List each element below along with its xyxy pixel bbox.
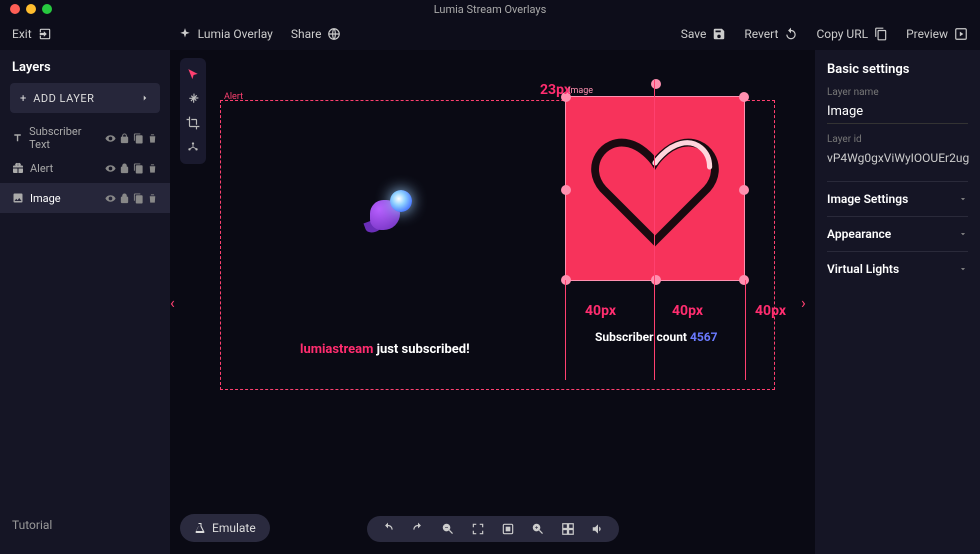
preview-button[interactable]: Preview	[906, 27, 968, 41]
subscriber-text[interactable]: lumiastream just subscribed!	[300, 342, 470, 357]
save-button[interactable]: Save	[681, 27, 727, 41]
next-scene-button[interactable]: ›	[801, 290, 815, 314]
snap-tool[interactable]	[186, 140, 200, 154]
window-title: Lumia Stream Overlays	[434, 3, 547, 16]
alignment-guide	[745, 280, 746, 380]
undo-icon	[784, 27, 798, 41]
exit-button[interactable]: Exit	[12, 27, 52, 41]
play-square-icon	[954, 27, 968, 41]
section-appearance[interactable]: Appearance	[827, 216, 968, 251]
resize-handle-n[interactable]	[651, 79, 661, 89]
resize-handle-ne[interactable]	[739, 92, 749, 102]
section-image-settings[interactable]: Image Settings	[827, 181, 968, 216]
sparkle-icon	[178, 27, 192, 41]
delete-icon[interactable]	[147, 193, 158, 204]
chevron-down-icon	[958, 264, 968, 274]
volume-icon[interactable]	[591, 522, 605, 536]
selection-box[interactable]	[565, 96, 745, 281]
crop-tool[interactable]	[186, 116, 200, 130]
resize-handle-sw[interactable]	[561, 275, 571, 285]
duplicate-icon[interactable]	[133, 163, 144, 174]
delete-icon[interactable]	[147, 133, 158, 144]
copy-icon	[874, 27, 888, 41]
fill-icon[interactable]	[501, 522, 515, 536]
gift-icon	[12, 162, 24, 174]
fit-icon[interactable]	[471, 522, 485, 536]
alert-graphic[interactable]	[365, 190, 415, 240]
overlay-name-dropdown[interactable]: Lumia Overlay	[178, 27, 273, 41]
title-bar: Lumia Stream Overlays	[0, 0, 980, 18]
top-toolbar: Exit Lumia Overlay Share Save Revert Cop…	[0, 18, 980, 50]
alignment-guide	[565, 280, 566, 380]
delete-icon[interactable]	[147, 163, 158, 174]
tutorial-link[interactable]: Tutorial	[0, 506, 170, 544]
chevron-down-icon	[958, 229, 968, 239]
lock-icon[interactable]	[119, 163, 130, 174]
chevron-down-icon	[958, 194, 968, 204]
maximize-window-button[interactable]	[42, 4, 52, 14]
dimension-label-top: 23px	[540, 82, 571, 98]
prev-scene-button[interactable]: ‹	[170, 290, 184, 314]
layer-id-label: Layer id	[827, 134, 968, 145]
revert-button[interactable]: Revert	[744, 27, 798, 41]
resize-handle-s[interactable]	[651, 275, 661, 285]
properties-title: Basic settings	[827, 62, 968, 77]
layer-name-label: Layer name	[827, 87, 968, 98]
move-tool[interactable]	[186, 92, 200, 106]
image-layer-label: Image	[568, 86, 593, 96]
subscriber-count-text[interactable]: Subscriber count 4567	[595, 330, 718, 344]
layer-item-subscriber-text[interactable]: Subscriber Text	[0, 123, 170, 153]
redo-icon[interactable]	[411, 522, 425, 536]
image-icon	[12, 192, 24, 204]
exit-icon	[38, 27, 52, 41]
layers-title: Layers	[0, 60, 170, 83]
minimize-window-button[interactable]	[26, 4, 36, 14]
emulate-button[interactable]: Emulate	[180, 514, 270, 542]
lock-icon[interactable]	[119, 193, 130, 204]
duplicate-icon[interactable]	[133, 193, 144, 204]
lock-icon[interactable]	[119, 133, 130, 144]
visibility-icon[interactable]	[105, 193, 116, 204]
undo-icon[interactable]	[381, 522, 395, 536]
zoom-out-icon[interactable]	[441, 522, 455, 536]
share-button[interactable]: Share	[291, 27, 342, 41]
dimension-label: 40px	[585, 303, 616, 319]
layer-name-input[interactable]: Image	[827, 100, 968, 124]
visibility-icon[interactable]	[105, 133, 116, 144]
layer-id-value: vP4Wg0gxViWyIOOUEr2ug	[827, 147, 968, 169]
save-icon	[712, 27, 726, 41]
flask-icon	[194, 522, 206, 534]
add-layer-button[interactable]: + ADD LAYER	[10, 83, 160, 113]
layer-item-image[interactable]: Image	[0, 183, 170, 213]
resize-handle-se[interactable]	[739, 275, 749, 285]
resize-handle-e[interactable]	[739, 185, 749, 195]
zoom-in-icon[interactable]	[531, 522, 545, 536]
duplicate-icon[interactable]	[133, 133, 144, 144]
visibility-icon[interactable]	[105, 163, 116, 174]
globe-icon	[327, 27, 341, 41]
text-icon	[12, 132, 23, 144]
section-virtual-lights[interactable]: Virtual Lights	[827, 251, 968, 286]
dimension-label: 40px	[755, 303, 786, 319]
close-window-button[interactable]	[10, 4, 20, 14]
properties-panel: Basic settings Layer name Image Layer id…	[815, 50, 980, 554]
layers-panel: Layers + ADD LAYER Subscriber Text Alert	[0, 50, 170, 554]
canvas-toolbar	[367, 516, 619, 542]
canvas-area[interactable]: ‹ › Alert lumiastream just subscribed!	[170, 50, 815, 554]
chevron-right-icon	[140, 93, 150, 103]
copy-url-button[interactable]: Copy URL	[816, 27, 888, 41]
dimension-label: 40px	[672, 303, 703, 319]
grid-icon[interactable]	[561, 522, 575, 536]
tools-column	[180, 58, 206, 164]
layer-item-alert[interactable]: Alert	[0, 153, 170, 183]
resize-handle-w[interactable]	[561, 185, 571, 195]
cursor-tool[interactable]	[186, 68, 200, 82]
